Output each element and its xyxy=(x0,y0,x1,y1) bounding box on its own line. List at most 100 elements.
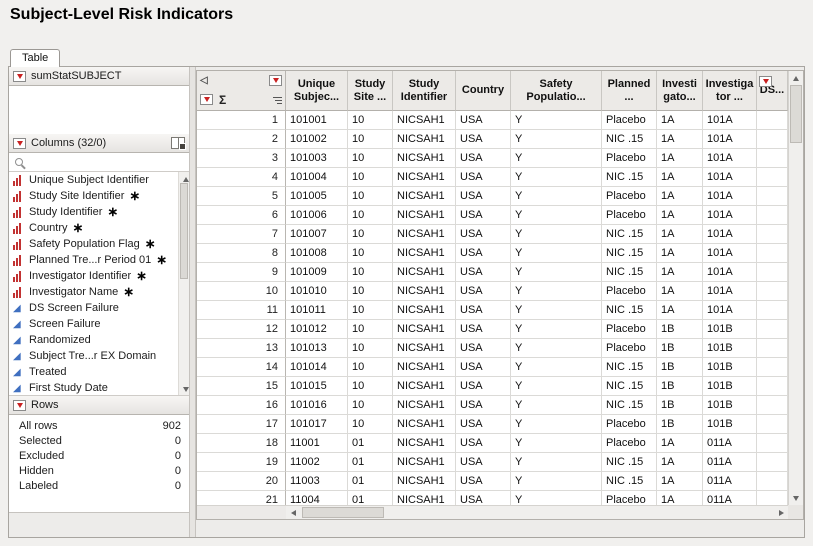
cell[interactable]: 101009 xyxy=(286,263,348,282)
cell[interactable]: NIC .15 xyxy=(602,130,657,149)
row-number[interactable]: 15 xyxy=(197,377,286,396)
cell[interactable]: 10 xyxy=(348,244,393,263)
cell[interactable]: NIC .15 xyxy=(602,263,657,282)
cell[interactable] xyxy=(757,434,788,453)
cell[interactable]: USA xyxy=(456,377,511,396)
cell[interactable]: 1B xyxy=(657,377,703,396)
rows-stat[interactable]: Hidden0 xyxy=(9,463,189,478)
cell[interactable]: Y xyxy=(511,263,602,282)
scroll-right-button[interactable] xyxy=(774,506,788,519)
column-search-input[interactable] xyxy=(28,155,186,169)
cell[interactable]: Y xyxy=(511,149,602,168)
horizontal-scroll-thumb[interactable] xyxy=(302,507,384,518)
row-number[interactable]: 11 xyxy=(197,301,286,320)
cell[interactable]: 01 xyxy=(348,434,393,453)
cell[interactable]: NICSAH1 xyxy=(393,149,456,168)
cell[interactable]: Placebo xyxy=(602,149,657,168)
column-header[interactable]: Investigator ... xyxy=(703,71,757,111)
cell[interactable]: Y xyxy=(511,244,602,263)
cell[interactable] xyxy=(757,187,788,206)
cell[interactable]: NICSAH1 xyxy=(393,130,456,149)
rows-stat[interactable]: Excluded0 xyxy=(9,448,189,463)
cell[interactable]: 101B xyxy=(703,339,757,358)
cell[interactable]: Y xyxy=(511,301,602,320)
cell[interactable] xyxy=(757,472,788,491)
column-list-item[interactable]: ◢Treated xyxy=(9,364,189,380)
column-list-item[interactable]: Investigator Identifier∗ xyxy=(9,268,189,284)
cell[interactable]: Placebo xyxy=(602,206,657,225)
cell[interactable]: USA xyxy=(456,301,511,320)
column-list-item[interactable]: Country∗ xyxy=(9,220,189,236)
cell[interactable]: 10 xyxy=(348,320,393,339)
cell[interactable]: USA xyxy=(456,491,511,505)
cell[interactable] xyxy=(757,282,788,301)
cell[interactable]: NICSAH1 xyxy=(393,263,456,282)
scroll-down-button[interactable] xyxy=(789,491,803,505)
cell[interactable]: Y xyxy=(511,320,602,339)
cell[interactable]: 10 xyxy=(348,130,393,149)
cell[interactable] xyxy=(757,301,788,320)
cell[interactable]: 1A xyxy=(657,187,703,206)
column-header[interactable]: Study Identifier xyxy=(393,71,456,111)
rows-stat[interactable]: Labeled0 xyxy=(9,478,189,493)
tab-table[interactable]: Table xyxy=(10,49,60,67)
row-number[interactable]: 13 xyxy=(197,339,286,358)
cell[interactable]: 101013 xyxy=(286,339,348,358)
column-header[interactable]: Study Site ... xyxy=(348,71,393,111)
cell[interactable]: 011A xyxy=(703,491,757,505)
cell[interactable]: Placebo xyxy=(602,415,657,434)
cell[interactable]: 1A xyxy=(657,111,703,130)
cell[interactable]: 01 xyxy=(348,472,393,491)
row-number[interactable]: 1 xyxy=(197,111,286,130)
cell[interactable]: 1A xyxy=(657,282,703,301)
cell[interactable]: Placebo xyxy=(602,111,657,130)
scroll-up-button[interactable] xyxy=(789,71,803,85)
cell[interactable]: USA xyxy=(456,453,511,472)
cell[interactable]: NICSAH1 xyxy=(393,320,456,339)
row-number[interactable]: 7 xyxy=(197,225,286,244)
cell[interactable]: 101A xyxy=(703,282,757,301)
cell[interactable] xyxy=(757,453,788,472)
cell[interactable]: 101A xyxy=(703,206,757,225)
cell[interactable]: 101A xyxy=(703,111,757,130)
cell[interactable]: 10 xyxy=(348,396,393,415)
cell[interactable]: NICSAH1 xyxy=(393,396,456,415)
cell[interactable]: NICSAH1 xyxy=(393,168,456,187)
cell[interactable] xyxy=(757,130,788,149)
cell[interactable]: 10 xyxy=(348,301,393,320)
cell[interactable] xyxy=(757,339,788,358)
cell[interactable]: 1A xyxy=(657,244,703,263)
cell[interactable]: NICSAH1 xyxy=(393,111,456,130)
cell[interactable] xyxy=(757,396,788,415)
panel-splitter[interactable] xyxy=(189,67,196,537)
column-list-item[interactable]: Investigator Name∗ xyxy=(9,284,189,300)
cell[interactable]: USA xyxy=(456,434,511,453)
cell[interactable]: NICSAH1 xyxy=(393,339,456,358)
cell[interactable]: NICSAH1 xyxy=(393,244,456,263)
cell[interactable]: 101011 xyxy=(286,301,348,320)
cell[interactable]: Placebo xyxy=(602,434,657,453)
cell[interactable]: Y xyxy=(511,282,602,301)
cell[interactable] xyxy=(757,149,788,168)
cell[interactable]: NIC .15 xyxy=(602,301,657,320)
cell[interactable] xyxy=(757,415,788,434)
column-selector-icon[interactable] xyxy=(171,137,185,149)
cell[interactable]: Y xyxy=(511,472,602,491)
vertical-scroll-thumb[interactable] xyxy=(790,85,802,143)
cell[interactable]: 10 xyxy=(348,358,393,377)
cell[interactable]: Y xyxy=(511,206,602,225)
column-list-item[interactable]: ◢DS Screen Failure xyxy=(9,300,189,316)
rows-stat[interactable]: All rows902 xyxy=(9,418,189,433)
cell[interactable]: 101A xyxy=(703,225,757,244)
row-number[interactable]: 20 xyxy=(197,472,286,491)
cell[interactable]: USA xyxy=(456,225,511,244)
cell[interactable]: 101A xyxy=(703,149,757,168)
cell[interactable]: NICSAH1 xyxy=(393,282,456,301)
column-header[interactable]: Investigato... xyxy=(657,71,703,111)
scroll-left-button[interactable] xyxy=(286,506,300,519)
list-scroll-down-button[interactable] xyxy=(179,382,189,396)
cell[interactable] xyxy=(757,358,788,377)
cell[interactable]: 10 xyxy=(348,206,393,225)
cell[interactable]: USA xyxy=(456,187,511,206)
cell[interactable]: 10 xyxy=(348,187,393,206)
